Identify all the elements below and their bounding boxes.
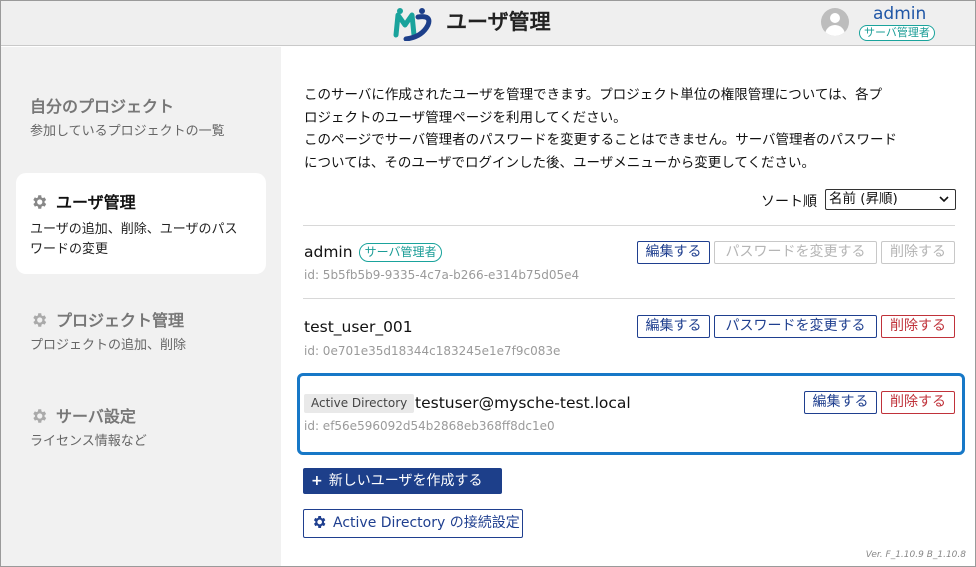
window-frame [0,0,976,567]
